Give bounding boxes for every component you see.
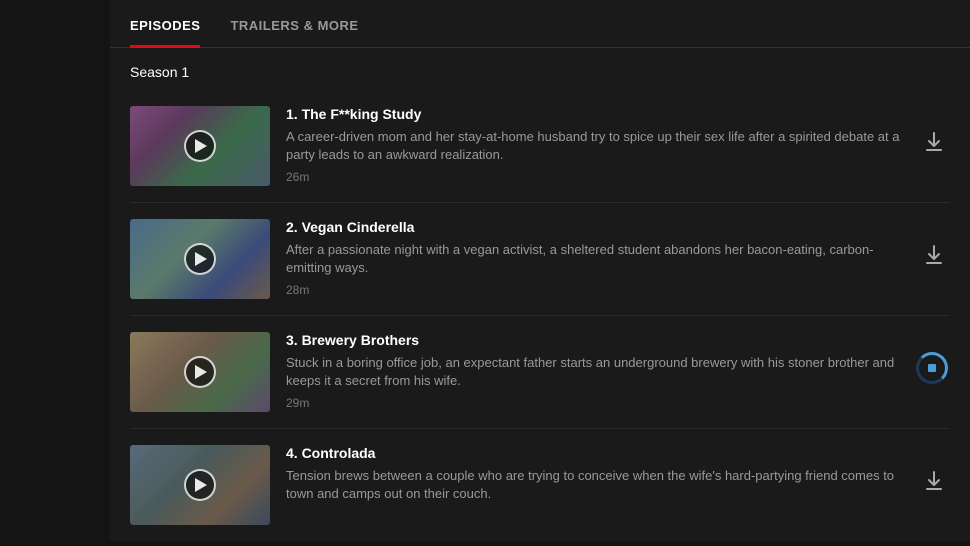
episode-description: Tension brews between a couple who are t… xyxy=(286,467,902,503)
list-item: 3. Brewery Brothers Stuck in a boring of… xyxy=(130,316,950,429)
list-item: 4. Controlada Tension brews between a co… xyxy=(130,429,950,541)
episode-title: 3. Brewery Brothers xyxy=(286,332,898,348)
play-button[interactable] xyxy=(184,130,216,162)
play-icon xyxy=(195,478,207,492)
episode-duration: 26m xyxy=(286,170,902,184)
episode-thumbnail[interactable] xyxy=(130,445,270,525)
main-container: EPISODES TRAILERS & MORE Season 1 1. The… xyxy=(110,0,970,541)
play-button[interactable] xyxy=(184,469,216,501)
episode-description: After a passionate night with a vegan ac… xyxy=(286,241,902,277)
episode-info: 1. The F**king Study A career-driven mom… xyxy=(286,106,902,184)
episode-info: 3. Brewery Brothers Stuck in a boring of… xyxy=(286,332,898,410)
episode-title: 2. Vegan Cinderella xyxy=(286,219,902,235)
episode-info: 2. Vegan Cinderella After a passionate n… xyxy=(286,219,902,297)
downloading-indicator xyxy=(914,350,950,386)
downloading-progress-circle xyxy=(916,352,948,384)
episode-thumbnail[interactable] xyxy=(130,106,270,186)
tab-trailers[interactable]: TRAILERS & MORE xyxy=(230,0,358,48)
list-item: 1. The F**king Study A career-driven mom… xyxy=(130,90,950,203)
download-button[interactable] xyxy=(918,126,950,158)
episode-list: 1. The F**king Study A career-driven mom… xyxy=(110,90,970,541)
list-item: 2. Vegan Cinderella After a passionate n… xyxy=(130,203,950,316)
episode-title: 1. The F**king Study xyxy=(286,106,902,122)
play-button[interactable] xyxy=(184,356,216,388)
download-button[interactable] xyxy=(918,239,950,271)
play-icon xyxy=(195,139,207,153)
downloading-stop-icon xyxy=(928,364,936,372)
tab-bar: EPISODES TRAILERS & MORE xyxy=(110,0,970,48)
episode-info: 4. Controlada Tension brews between a co… xyxy=(286,445,902,509)
episode-thumbnail[interactable] xyxy=(130,219,270,299)
episode-duration: 28m xyxy=(286,283,902,297)
episode-description: A career-driven mom and her stay-at-home… xyxy=(286,128,902,164)
episode-title: 4. Controlada xyxy=(286,445,902,461)
play-icon xyxy=(195,365,207,379)
play-icon xyxy=(195,252,207,266)
download-button[interactable] xyxy=(918,465,950,497)
tab-episodes[interactable]: EPISODES xyxy=(130,0,200,48)
episode-duration: 29m xyxy=(286,396,898,410)
season-label: Season 1 xyxy=(110,48,970,90)
episode-description: Stuck in a boring office job, an expecta… xyxy=(286,354,898,390)
play-button[interactable] xyxy=(184,243,216,275)
episode-thumbnail[interactable] xyxy=(130,332,270,412)
